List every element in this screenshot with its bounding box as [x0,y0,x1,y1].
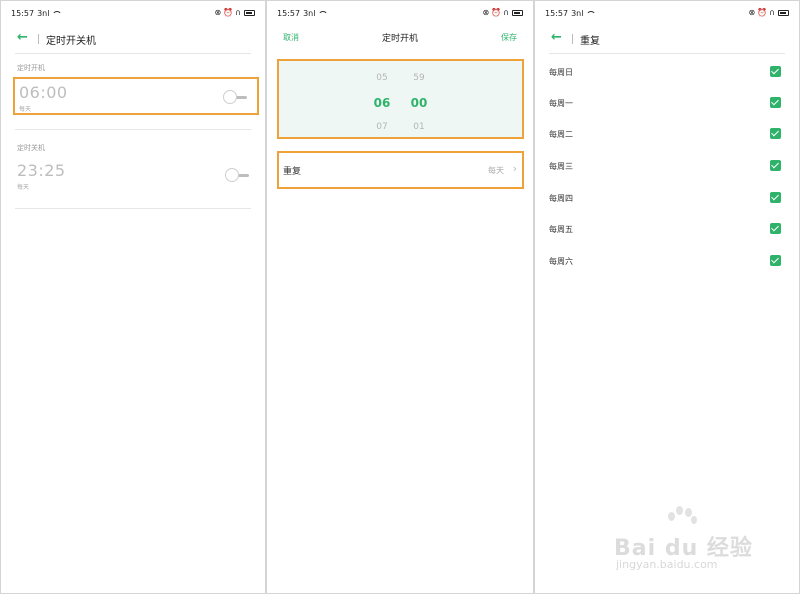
check-icon[interactable] [770,128,781,139]
power-on-time: 06:00 [19,83,68,102]
day-row-sunday[interactable]: 每周日 [549,65,781,81]
wifi-icon [52,10,63,17]
alarm-icon: ⏰ [491,8,502,17]
power-off-toggle[interactable] [225,168,253,182]
power-off-row[interactable]: 23:25 每天 [13,157,259,195]
status-time: 15:57 [277,9,301,18]
screen-set-power-on: 15:57 3nl ⊗ ⏰ ∩ 取消 定时开机 保存 05 06 07 59 0… [266,0,534,594]
day-label: 每周三 [549,162,573,171]
toggle-knob [223,90,237,104]
page-title: 定时开机 [381,34,418,44]
power-off-section-label: 定时关机 [17,144,45,152]
day-label: 每周五 [549,225,573,234]
mute-icon: ⊗ [214,8,222,17]
check-icon[interactable] [770,192,781,203]
wifi-icon [318,10,329,17]
headset-icon: ∩ [235,8,241,17]
power-on-toggle[interactable] [223,90,251,104]
hour-prev[interactable]: 05 [367,73,397,83]
alarm-icon: ⏰ [223,8,234,17]
minute-next[interactable]: 01 [404,122,434,132]
header-divider-line [15,53,251,54]
header: ← 定时开关机 [1,29,265,49]
battery-icon [512,10,523,16]
status-signal: 3nl [303,9,316,18]
mute-icon: ⊗ [748,8,756,17]
mute-icon: ⊗ [482,8,490,17]
hour-selected[interactable]: 06 [367,96,397,110]
check-icon[interactable] [770,66,781,77]
day-row-monday[interactable]: 每周一 [549,96,781,112]
baidu-jingyan-watermark: Bai du 经验 jingyan.baidu.com [608,506,788,576]
repeat-value: 每天 [488,166,504,175]
back-arrow-icon[interactable]: ← [551,31,562,45]
wifi-icon [586,10,597,17]
page-title: 定时开关机 [46,36,96,47]
header-divider-line [549,53,785,54]
power-off-time: 23:25 [17,161,66,180]
time-picker[interactable]: 05 06 07 59 00 01 [277,59,524,139]
hour-next[interactable]: 07 [367,122,397,132]
screen-timer-power: 15:57 3nl ⊗ ⏰ ∩ ← 定时开关机 定时开机 06:00 每天 定时… [0,0,266,594]
row-divider [15,129,251,130]
status-bar: 15:57 3nl ⊗ ⏰ ∩ [545,9,789,21]
day-row-tuesday[interactable]: 每周二 [549,127,781,143]
day-label: 每周六 [549,257,573,266]
day-label: 每周四 [549,194,573,203]
status-signal: 3nl [37,9,50,18]
status-time: 15:57 [11,9,35,18]
alarm-icon: ⏰ [757,8,768,17]
day-label: 每周一 [549,99,573,108]
repeat-row[interactable]: 重复 每天 › [277,151,524,189]
status-time: 15:57 [545,9,569,18]
repeat-label: 重复 [283,167,302,177]
header: ← 重复 [535,29,799,49]
save-button[interactable]: 保存 [501,32,517,43]
headset-icon: ∩ [769,8,775,17]
chevron-right-icon: › [512,162,517,175]
power-on-repeat: 每天 [19,106,32,113]
check-icon[interactable] [770,160,781,171]
status-bar: 15:57 3nl ⊗ ⏰ ∩ [11,9,255,21]
check-icon[interactable] [770,255,781,266]
headset-icon: ∩ [503,8,509,17]
watermark-url: jingyan.baidu.com [616,558,718,571]
header-divider [38,34,39,44]
day-row-thursday[interactable]: 每周四 [549,191,781,207]
minute-prev[interactable]: 59 [404,73,434,83]
row-divider [15,208,251,209]
back-arrow-icon[interactable]: ← [17,31,28,45]
check-icon[interactable] [770,97,781,108]
minute-selected[interactable]: 00 [404,96,434,110]
toggle-knob [225,168,239,182]
header-divider [572,34,573,44]
day-row-saturday[interactable]: 每周六 [549,254,781,270]
battery-icon [778,10,789,16]
screen-repeat: 15:57 3nl ⊗ ⏰ ∩ ← 重复 每周日 每周一 每周二 每周三 每周四 [534,0,800,594]
power-on-row[interactable]: 06:00 每天 [13,77,259,115]
battery-icon [244,10,255,16]
status-bar: 15:57 3nl ⊗ ⏰ ∩ [277,9,523,21]
check-icon[interactable] [770,223,781,234]
status-signal: 3nl [571,9,584,18]
day-row-wednesday[interactable]: 每周三 [549,159,781,175]
day-label: 每周日 [549,68,573,77]
power-off-repeat: 每天 [17,184,30,191]
day-row-friday[interactable]: 每周五 [549,222,781,238]
day-label: 每周二 [549,130,573,139]
page-title: 重复 [580,36,600,47]
power-on-section-label: 定时开机 [17,64,45,72]
